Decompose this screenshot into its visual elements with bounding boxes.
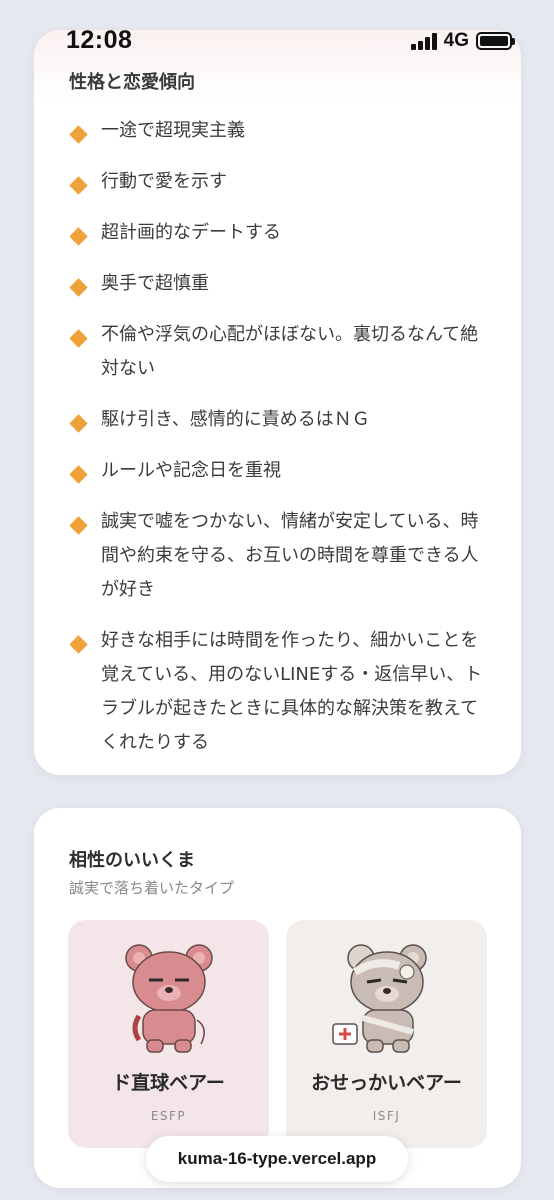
diamond-bullet-icon [69, 176, 88, 195]
list-item: 一途で超現実主義 [69, 114, 490, 148]
diamond-bullet-icon [69, 227, 88, 246]
list-item: 超計画的なデートする [69, 216, 490, 250]
diamond-bullet-icon [69, 329, 88, 348]
bear-card-esfp[interactable]: ド直球ベアー ESFP [68, 920, 269, 1148]
compatibility-subtitle: 誠実で落ち着いたタイプ [69, 879, 235, 897]
trait-text: ルールや記念日を重視 [101, 460, 281, 481]
battery-fill [480, 36, 508, 46]
compatibility-title: 相性のいいくま [69, 850, 195, 871]
diamond-bullet-icon [69, 125, 88, 144]
trait-text: 誠実で嘘をつかない、情緒が安定している、時間や約束を守る、お互いの時間を尊重でき… [101, 511, 479, 600]
trait-list: 一途で超現実主義 行動で愛を示す 超計画的なデートする 奥手で超慎重 不倫や浮気… [69, 114, 490, 777]
diamond-bullet-icon [69, 516, 88, 535]
list-item: 誠実で嘘をつかない、情緒が安定している、時間や約束を守る、お互いの時間を尊重でき… [69, 505, 490, 607]
status-indicators: 4G [410, 30, 515, 52]
bandaged-bear-icon [331, 944, 427, 1053]
network-type: 4G [443, 30, 469, 51]
trait-text: 駆け引き、感情的に責めるはＮＧ [101, 409, 370, 430]
diamond-bullet-icon [69, 278, 88, 297]
status-bar: 12:08 4G [0, 0, 554, 66]
trait-text: 行動で愛を示す [101, 171, 227, 192]
personality-title: 性格と恋愛傾向 [69, 72, 195, 93]
status-time: 12:08 [66, 26, 133, 54]
bear-name: おせっかいベアー [311, 1072, 462, 1094]
trait-text: 一途で超現実主義 [101, 120, 245, 141]
trait-text: 超計画的なデートする [101, 222, 281, 243]
list-item: 奥手で超慎重 [69, 267, 490, 301]
url-bar[interactable]: kuma-16-type.vercel.app [146, 1136, 408, 1182]
list-item: 好きな相手には時間を作ったり、細かいことを覚えている、用のないLINEする・返信… [69, 624, 490, 760]
signal-icon [410, 32, 437, 50]
list-item: 不倫や浮気の心配がほぼない。裏切るなんて絶対ない [69, 318, 490, 386]
trait-text: 不倫や浮気の心配がほぼない。裏切るなんて絶対ない [101, 324, 479, 379]
diamond-bullet-icon [69, 465, 88, 484]
list-item: 行動で愛を示す [69, 165, 490, 199]
diamond-bullet-icon [69, 635, 88, 654]
bear-name: ド直球ベアー [112, 1072, 225, 1094]
trait-text: 奥手で超慎重 [101, 273, 209, 294]
personality-card: 性格と恋愛傾向 一途で超現実主義 行動で愛を示す 超計画的なデートする 奥手で超… [34, 30, 521, 775]
list-item: 駆け引き、感情的に責めるはＮＧ [69, 403, 490, 437]
diamond-bullet-icon [69, 414, 88, 433]
bear-card-isfj[interactable]: おせっかいベアー ISFJ [286, 920, 487, 1148]
list-item: ルールや記念日を重視 [69, 454, 490, 488]
bear-type: ISFJ [372, 1109, 401, 1123]
bear-type: ESFP [150, 1109, 187, 1123]
pink-bear-icon [124, 944, 213, 1053]
compatibility-card: 相性のいいくま 誠実で落ち着いたタイプ ド直球ベアー ESFP おせっかいベアー… [34, 808, 521, 1188]
trait-text: 好きな相手には時間を作ったり、細かいことを覚えている、用のないLINEする・返信… [101, 630, 483, 753]
battery-icon [476, 32, 515, 50]
